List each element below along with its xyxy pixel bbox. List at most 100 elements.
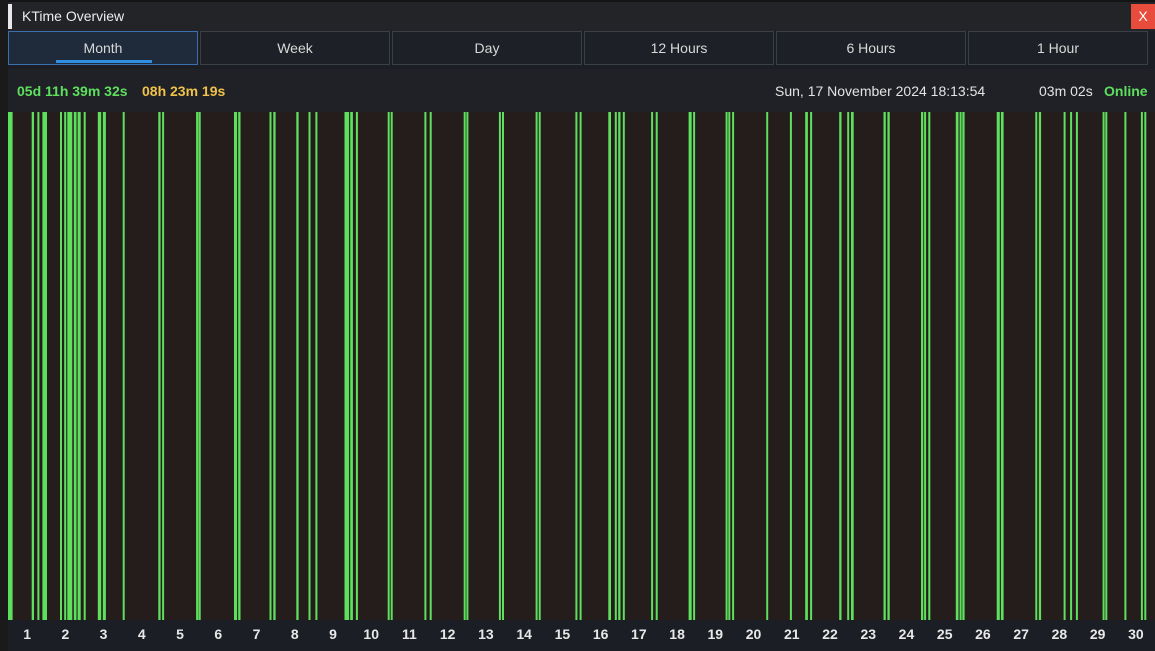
online-interval-bar [196, 112, 199, 620]
online-interval-bar [1075, 112, 1078, 620]
online-interval-bar [655, 112, 658, 620]
online-interval-bar [921, 112, 924, 620]
x-tick-label: 25 [936, 626, 953, 642]
online-interval-bar [688, 112, 692, 620]
session-time: 03m 02s [1039, 83, 1093, 99]
online-interval-bar [8, 112, 13, 620]
online-interval-bar [1140, 112, 1143, 620]
online-interval-bar [839, 112, 842, 620]
x-tick-label: 14 [516, 626, 532, 642]
online-interval-bar [883, 112, 886, 620]
x-tick-label: 13 [478, 626, 494, 642]
online-interval-bar [308, 112, 311, 620]
title-accent-bar [8, 4, 12, 29]
online-interval-bar [198, 112, 201, 620]
tab-month-label: Month [83, 40, 123, 56]
x-axis: 1 2 3 4 5 6 7 8 9 10 11 12 13 14 15 16 17 18 19 20 21 22 23 24 2… [8, 620, 1155, 651]
online-interval-bar [122, 112, 125, 620]
online-interval-bar [789, 112, 792, 620]
online-interval-bar [97, 112, 102, 620]
x-tick-label: 5 [176, 626, 184, 642]
online-interval-bar [315, 112, 318, 620]
tab-12-hours-label: 12 Hours [650, 40, 708, 56]
online-interval-bar [622, 112, 625, 620]
window-title: KTime Overview [22, 8, 125, 24]
tab-1-hour-label: 1 Hour [1036, 40, 1080, 56]
x-tick-label: 16 [592, 626, 609, 642]
tab-month[interactable]: Month [8, 31, 198, 65]
online-interval-bar [350, 112, 353, 620]
online-interval-bar [996, 112, 1000, 620]
online-interval-bar [887, 112, 890, 620]
online-interval-bar [429, 112, 432, 620]
x-tick-label: 27 [1013, 626, 1029, 642]
online-interval-bar [1105, 112, 1108, 620]
online-interval-bar [73, 112, 77, 620]
x-tick-label: 1 [23, 626, 32, 642]
x-tick-label: 9 [329, 626, 337, 642]
online-interval-bar [924, 112, 927, 620]
tab-6-hours-label: 6 Hours [846, 40, 896, 56]
x-tick-label: 22 [822, 626, 838, 642]
active-tab-underline [56, 60, 152, 63]
tab-week-label: Week [277, 40, 313, 56]
tab-day-label: Day [474, 40, 500, 56]
online-interval-bar [355, 112, 358, 620]
online-interval-bar [614, 112, 617, 620]
online-interval-bar [234, 112, 238, 620]
period-tabs: Month Week Day 12 Hours 6 Hours 1 Hour [8, 31, 1155, 67]
online-interval-bar [463, 112, 466, 620]
online-interval-bar [725, 112, 728, 620]
activity-timeline-chart [8, 112, 1155, 620]
x-tick-label: 19 [707, 626, 724, 642]
background-game-ui [0, 0, 8, 651]
online-interval-bar [608, 112, 611, 620]
tab-6-hours[interactable]: 6 Hours [776, 31, 966, 65]
x-tick-label: 15 [554, 626, 571, 642]
online-interval-bar [1070, 112, 1073, 620]
online-interval-bar [296, 112, 299, 620]
online-interval-bar [64, 112, 67, 620]
online-interval-bar [273, 112, 276, 620]
tab-12-hours[interactable]: 12 Hours [584, 31, 774, 65]
online-interval-bar [466, 112, 469, 620]
x-tick-label: 8 [290, 626, 299, 642]
online-interval-bar [344, 112, 350, 620]
x-tick-label: 7 [252, 626, 261, 642]
online-interval-bar [60, 112, 62, 620]
x-tick-label: 30 [1128, 626, 1144, 642]
online-interval-bar [651, 112, 654, 620]
x-tick-label: 26 [975, 626, 991, 642]
x-tick-label: 18 [669, 626, 685, 642]
online-interval-bar [766, 112, 769, 620]
close-button[interactable]: X [1131, 4, 1155, 29]
online-interval-bar [805, 112, 808, 620]
x-tick-label: 12 [439, 626, 456, 642]
online-interval-bar [424, 112, 427, 620]
online-interval-bar [269, 112, 272, 620]
online-interval-bar [618, 112, 621, 620]
tab-week[interactable]: Week [200, 31, 390, 65]
online-interval-bar [37, 112, 40, 620]
online-interval-bar [102, 112, 106, 620]
online-interval-bar [1063, 112, 1066, 620]
total-online-time: 05d 11h 39m 32s [17, 83, 128, 99]
tab-1-hour[interactable]: 1 Hour [968, 31, 1148, 65]
ktime-overview-window: KTime Overview X Month Week Day 12 Hours… [8, 2, 1155, 651]
online-interval-bar [955, 112, 959, 620]
x-tick-label: 10 [363, 626, 379, 642]
title-bar[interactable]: KTime Overview X [8, 2, 1155, 31]
tab-day[interactable]: Day [392, 31, 582, 65]
x-tick-label: 4 [137, 626, 146, 642]
x-tick-label: 24 [898, 626, 915, 642]
x-tick-label: 29 [1089, 626, 1106, 642]
online-interval-bar [1102, 112, 1105, 620]
online-interval-bar [959, 112, 962, 620]
x-tick-label: 21 [783, 626, 800, 642]
x-tick-label: 28 [1051, 626, 1068, 642]
x-tick-label: 23 [860, 626, 877, 642]
online-interval-bar [693, 112, 696, 620]
online-interval-bar [67, 112, 73, 620]
online-interval-bar [387, 112, 390, 620]
online-interval-bar [83, 112, 86, 620]
